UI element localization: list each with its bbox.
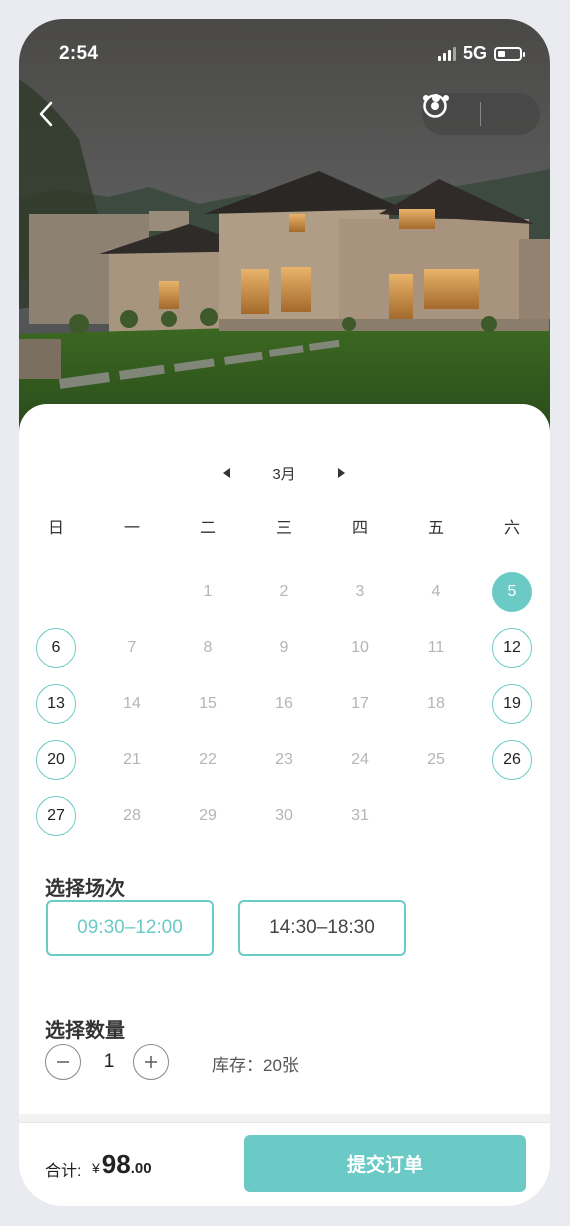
session-option-2[interactable]: 14:30–18:30: [238, 900, 406, 956]
weekday-label: 二: [199, 520, 216, 537]
calendar-day-disabled: 14: [123, 695, 141, 712]
calendar-day-disabled: 22: [199, 751, 217, 768]
stock-info: 库存：20张: [212, 1051, 299, 1076]
house-hero-image: 2:54 5G: [19, 19, 550, 449]
calendar-week-row: 6 7 8 9 10 11 12: [19, 626, 550, 682]
next-month-button[interactable]: [333, 460, 349, 486]
calendar-week-row: 13 14 15 16 17 18 19: [19, 682, 550, 738]
minus-icon: [57, 1061, 69, 1063]
calendar-day-disabled: 7: [127, 639, 137, 656]
total-label: 合计:: [45, 1163, 82, 1180]
triangle-right-icon: [338, 468, 345, 478]
quantity-title: 选择数量: [45, 1020, 125, 1042]
calendar-day-disabled: 16: [275, 695, 293, 712]
booking-panel: 3月 日一二三四五六 1 2 3 4 5 6 7 8 9 10 11 12 13 14 15 16 17 18 19 2…: [19, 404, 550, 1124]
quantity-value: 1: [103, 1051, 115, 1072]
increase-button[interactable]: [133, 1044, 169, 1080]
session-option-1[interactable]: 09:30–12:00: [46, 900, 214, 956]
prev-month-button[interactable]: [219, 460, 235, 486]
weekday-label: 三: [275, 520, 292, 537]
price-decimal: .00: [130, 1160, 152, 1177]
calendar-day-disabled: 4: [431, 583, 441, 600]
calendar-day-available[interactable]: 13: [36, 684, 76, 724]
calendar-day-disabled: 3: [355, 583, 365, 600]
decrease-button[interactable]: [45, 1044, 81, 1080]
weekday-label: 四: [351, 520, 368, 537]
target-circle-icon: [423, 94, 447, 118]
calendar-day-available[interactable]: 20: [36, 740, 76, 780]
price-currency: ¥: [92, 1160, 100, 1176]
price-integer: 98: [101, 1149, 131, 1179]
phone-frame: 2:54 5G 3月 日 一 二 三 四 五 六 1 2 3 4 5 6 7 8…: [0, 0, 570, 1226]
network-label: 5G: [462, 43, 487, 63]
calendar-week-row: 27 28 29 30 31: [19, 794, 550, 850]
calendar-day-disabled: 2: [279, 583, 289, 600]
calendar-week-row: 1 2 3 4 5: [19, 570, 550, 626]
calendar-grid: 日一二三四五六 1 2 3 4 5 6 7 8 9 10 11 12 13 14 15 16 17 18 19 20 21…: [19, 514, 550, 850]
submit-order-button[interactable]: 提交订单: [244, 1135, 526, 1192]
status-bar: 2:54 5G: [19, 19, 550, 79]
status-indicators: 5G: [437, 43, 525, 64]
stock-value: 20张: [263, 1056, 299, 1075]
calendar-day-disabled: 10: [351, 639, 369, 656]
calendar-day-available[interactable]: 12: [492, 628, 532, 668]
status-time: 2:54: [59, 43, 99, 64]
calendar-day-selected[interactable]: 5: [492, 572, 532, 612]
calendar-day-disabled: 11: [427, 639, 445, 656]
month-label: 3月: [272, 466, 296, 483]
total-price: ¥ 98 .00: [92, 1149, 152, 1180]
plus-icon: [145, 1056, 157, 1068]
triangle-left-icon: [223, 468, 230, 478]
calendar-day-disabled: 30: [275, 807, 293, 824]
calendar-day-available[interactable]: 19: [492, 684, 532, 724]
weekday-label: 日: [47, 520, 64, 537]
calendar-day-available[interactable]: 27: [36, 796, 76, 836]
footer-separator: [19, 1114, 550, 1122]
calendar-day-disabled: 18: [427, 695, 445, 712]
calendar-day-disabled: 8: [203, 639, 213, 656]
close-miniprogram-button[interactable]: [423, 93, 539, 135]
miniprogram-capsule: [422, 93, 540, 135]
calendar-day-disabled: 9: [279, 639, 289, 656]
calendar-day-disabled: 29: [199, 807, 217, 824]
calendar-day-disabled: 31: [351, 807, 369, 824]
app-screen: 2:54 5G 3月 日 一 二 三 四 五 六 1 2 3 4 5 6 7 8…: [19, 19, 550, 1206]
calendar-week-row: 20 21 22 23 24 25 26: [19, 738, 550, 794]
back-button[interactable]: [33, 97, 63, 131]
calendar-day-disabled: 28: [123, 807, 141, 824]
calendar-day-available[interactable]: 6: [36, 628, 76, 668]
weekday-label: 一: [123, 520, 140, 537]
weekday-header-row: 日一二三四五六: [19, 514, 550, 570]
session-title: 选择场次: [45, 878, 125, 900]
calendar-day-disabled: 23: [275, 751, 293, 768]
calendar-day-disabled: 25: [427, 751, 445, 768]
calendar-day-available[interactable]: 26: [492, 740, 532, 780]
order-footer: 合计: ¥ 98 .00 提交订单: [19, 1122, 550, 1206]
calendar-day-disabled: 1: [203, 583, 213, 600]
calendar-day-disabled: 17: [351, 695, 369, 712]
weekday-label: 五: [427, 520, 444, 537]
weekday-label: 六: [503, 520, 520, 537]
chevron-left-icon: [39, 101, 53, 127]
calendar-day-disabled: 15: [199, 695, 217, 712]
signal-icon: [437, 46, 456, 61]
calendar-day-disabled: 21: [123, 751, 141, 768]
calendar-day-disabled: 24: [351, 751, 369, 768]
stock-label: 库存：: [212, 1056, 263, 1075]
month-navigator: 3月: [19, 460, 550, 486]
battery-icon: [494, 46, 525, 61]
